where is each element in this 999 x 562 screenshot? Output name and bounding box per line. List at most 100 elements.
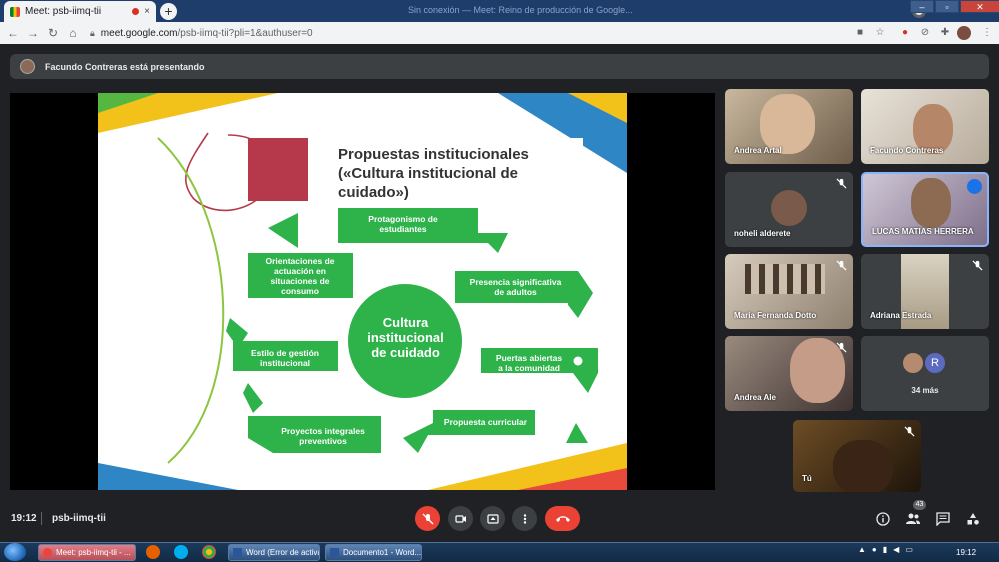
word-icon (233, 548, 242, 557)
participant-name: Andrea Artal (734, 146, 782, 155)
maximize-button[interactable]: ▫ (935, 0, 959, 13)
chat-icon (936, 512, 950, 526)
gear-icon (572, 355, 584, 367)
window-close-button[interactable]: ✕ (960, 0, 999, 13)
minimize-button[interactable]: – (910, 0, 934, 13)
participant-tile[interactable]: Andrea Artal (725, 89, 853, 164)
participant-name: Adriana Estrada (870, 311, 932, 320)
participant-name: Maria Fernanda Dotto (734, 311, 817, 320)
arrow-small-left (243, 383, 263, 413)
participant-tile[interactable]: noheli alderete (725, 172, 853, 247)
present-button[interactable] (480, 506, 505, 531)
info-icon (876, 512, 890, 526)
new-tab-button[interactable]: + (160, 3, 177, 20)
back-icon[interactable]: ← (5, 25, 21, 41)
forward-icon[interactable]: → (25, 25, 41, 41)
item-orientaciones: Orientaciones de actuación en situaciones … (265, 256, 335, 296)
blue-bottom-shape (98, 463, 238, 490)
item-proyectos: Proyectos integrales preventivos (281, 426, 365, 446)
browser-toolbar: ← → ↻ ⌂ 🔒︎ meet.google.com/psb-iimq-tii?… (0, 22, 999, 44)
skype-tray-icon[interactable]: ● (872, 545, 877, 554)
item-gestion: Estilo de gestión institucional (250, 348, 319, 368)
participant-name: Andrea Ale (734, 393, 776, 402)
taskbar-item-label: Word (Error de activa... (246, 548, 319, 557)
extensions-icon[interactable]: ✚ (938, 26, 952, 40)
activities-button[interactable] (963, 509, 983, 529)
skype-icon[interactable] (174, 545, 188, 559)
green-arc-shape (157, 137, 225, 464)
participant-tile-speaking[interactable]: LUCAS MATIAS HERRERA (861, 172, 989, 247)
self-view-tile[interactable]: Tú (793, 420, 921, 492)
mic-off-icon (836, 178, 847, 189)
network-icon[interactable]: ▮ (883, 545, 887, 554)
camera-icon (454, 514, 466, 523)
participant-tile[interactable]: Andrea Ale (725, 336, 853, 411)
divider (41, 512, 42, 525)
camera-icon[interactable]: ■ (853, 26, 867, 40)
avatar (901, 351, 925, 375)
chat-button[interactable] (933, 509, 953, 529)
block-extension-icon[interactable]: ⊘ (918, 26, 932, 40)
participant-tile[interactable]: Maria Fernanda Dotto (725, 254, 853, 329)
participants-button[interactable] (903, 509, 923, 529)
chevron-up-icon[interactable]: ▲ (858, 545, 866, 554)
recording-dot-icon (132, 8, 140, 15)
item-protagonismo: Protagonismo de estudiantes (368, 214, 438, 234)
center-label: Cultura institucional de cuidado (367, 315, 444, 360)
participant-tile[interactable]: Facundo Contreras (861, 89, 989, 164)
meeting-info-button[interactable] (873, 509, 893, 529)
home-icon[interactable]: ⌂ (65, 25, 81, 41)
end-call-button[interactable] (545, 506, 580, 531)
reload-icon[interactable]: ↻ (45, 25, 61, 41)
participant-name: Facundo Contreras (870, 146, 944, 155)
video-face (833, 440, 893, 492)
tab-title: Meet: psb-iimq-tii (25, 6, 102, 17)
participant-tile[interactable]: Adriana Estrada (861, 254, 989, 329)
system-tray: ▲ ● ▮ ◀ ▭ (858, 545, 913, 554)
item-presencia: Presencia significativa de adultos (469, 277, 562, 297)
browser-tab-meet[interactable]: Meet: psb-iimq-tii × (4, 1, 156, 22)
video-face (760, 94, 815, 154)
more-options-button[interactable] (512, 506, 537, 531)
arrow-small-top (268, 213, 298, 248)
mic-toggle-button[interactable] (415, 506, 440, 531)
display-icon[interactable]: ▭ (905, 545, 913, 554)
more-participants-tile[interactable]: R 34 más (861, 336, 989, 411)
wall-decor (745, 264, 825, 294)
word-icon (330, 548, 339, 557)
taskbar-item-word-error[interactable]: Word (Error de activa... (228, 544, 320, 561)
chrome-icon[interactable] (202, 545, 216, 559)
chrome-icon (43, 548, 52, 557)
window-controls: – ▫ ✕ (910, 0, 999, 14)
volume-icon[interactable]: ◀ (893, 545, 899, 554)
menu-icon[interactable]: ⋮ (980, 26, 994, 40)
speaking-indicator-icon (967, 179, 982, 194)
presenting-text: Facundo Contreras está presentando (45, 61, 205, 72)
mic-off-icon (836, 342, 847, 353)
slide-title: Propuestas institucionales («Cultura ins… (338, 146, 529, 201)
opera-extension-icon[interactable]: ● (898, 26, 912, 40)
more-participants-label: 34 más (911, 386, 939, 395)
firefox-icon[interactable] (146, 545, 160, 559)
address-bar[interactable]: 🔒︎ meet.google.com/psb-iimq-tii?pli=1&au… (90, 24, 897, 42)
avatar[interactable] (957, 26, 971, 40)
mic-off-icon (972, 260, 983, 271)
more-vert-icon (523, 513, 526, 524)
item-puertas: Puertas abiertas a la comunidad (495, 353, 563, 373)
bookmark-star-icon[interactable]: ☆ (873, 26, 887, 40)
mic-off-icon (836, 260, 847, 271)
meeting-clock: 19:12 (11, 513, 37, 524)
tab-close-icon[interactable]: × (144, 6, 150, 17)
video-face (911, 178, 951, 228)
people-icon (906, 513, 920, 524)
camera-toggle-button[interactable] (448, 506, 473, 531)
taskbar-item-label: Documento1 - Word... (343, 548, 422, 557)
presenter-avatar (20, 59, 35, 74)
activities-icon (967, 513, 979, 525)
taskbar-item-chrome[interactable]: Meet: psb-iimq-tii - ... (38, 544, 136, 561)
taskbar-item-word-doc[interactable]: Documento1 - Word... (325, 544, 422, 561)
taskbar-clock: 19:12 (956, 548, 977, 557)
mic-off-icon (422, 513, 433, 524)
participant-name: noheli alderete (734, 229, 791, 238)
start-button[interactable] (4, 543, 26, 561)
